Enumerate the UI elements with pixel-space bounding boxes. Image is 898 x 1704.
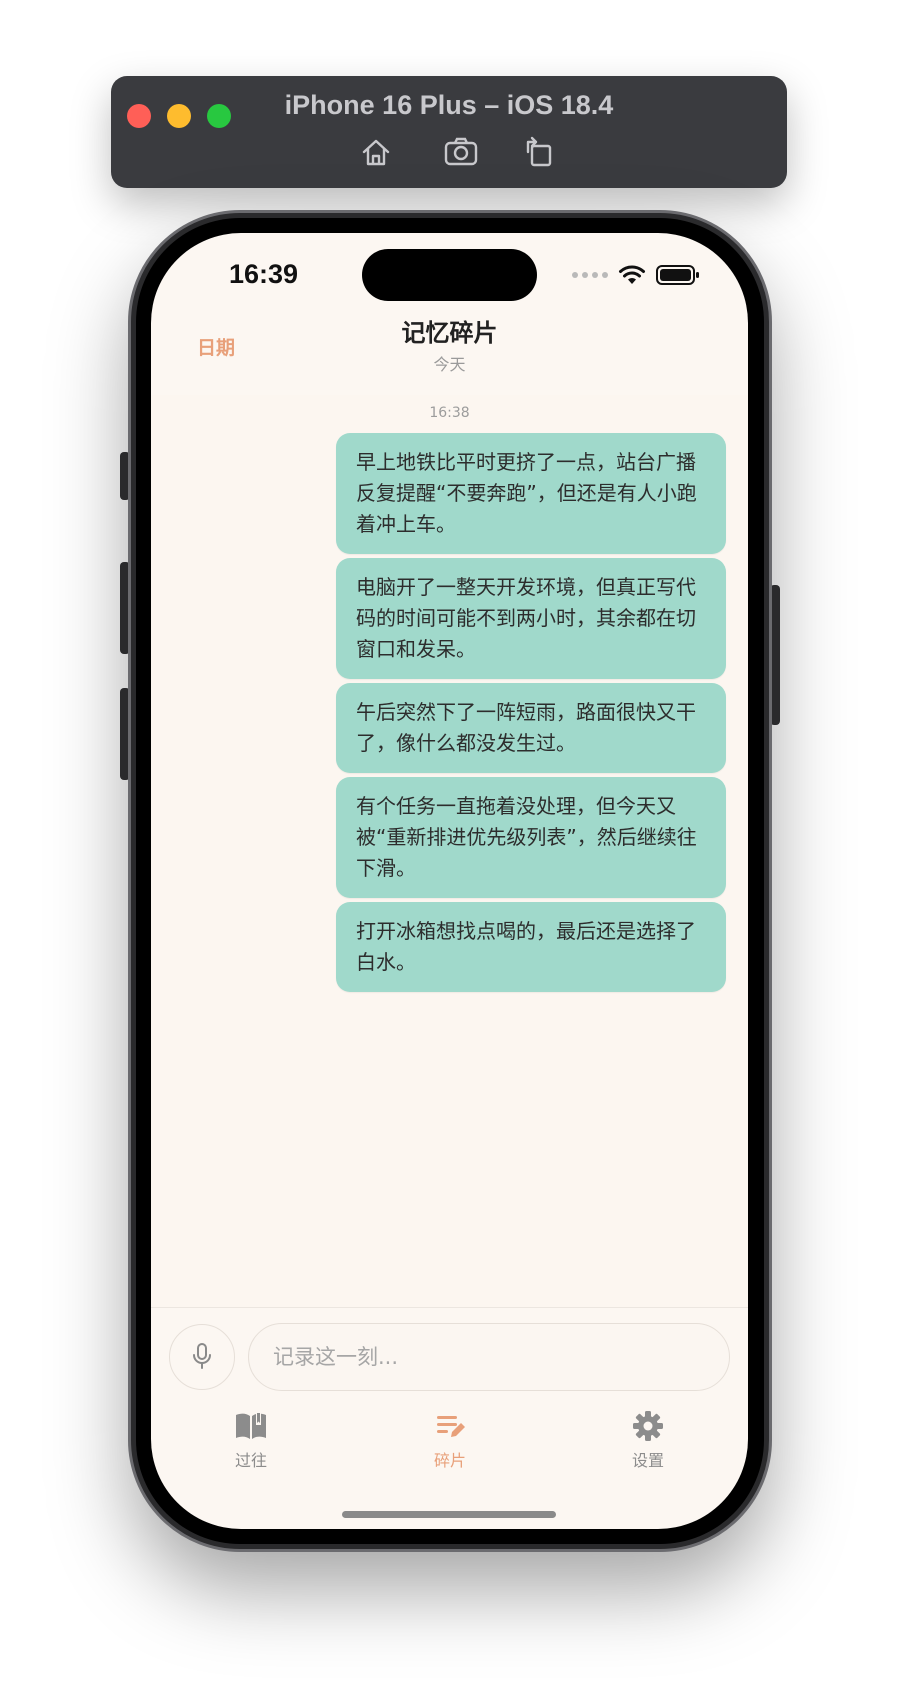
cellular-signal-icon: [572, 272, 608, 278]
status-time: 16:39: [229, 259, 299, 289]
gear-icon: [633, 1411, 663, 1441]
wifi-icon: [619, 265, 645, 284]
simulator-window-bar: iPhone 16 Plus – iOS 18.4: [111, 76, 787, 188]
dynamic-island: [362, 249, 537, 301]
microphone-icon: [193, 1343, 211, 1369]
composer-bar: [151, 1307, 748, 1395]
tab-label: 过往: [234, 1451, 267, 1470]
navigation-bar: 日期 记忆碎片 今天: [151, 309, 748, 395]
tab-bar: 过往 碎片 设置: [151, 1395, 748, 1485]
message-list[interactable]: 16:38 早上地铁比平时更挤了一点，站台广播反复提醒“不要奔跑”，但还是有人小…: [151, 395, 748, 1307]
home-indicator[interactable]: [342, 1511, 556, 1518]
tab-settings[interactable]: 设置: [598, 1409, 698, 1471]
message-bubble[interactable]: 打开冰箱想找点喝的，最后还是选择了白水。: [336, 902, 726, 992]
memo-input[interactable]: [248, 1323, 730, 1391]
tab-fragments[interactable]: 碎片: [400, 1409, 500, 1471]
voice-input-button[interactable]: [169, 1324, 235, 1390]
message-bubble[interactable]: 电脑开了一整天开发环境，但真正写代码的时间可能不到两小时，其余都在切窗口和发呆。: [336, 558, 726, 679]
screenshot-icon[interactable]: [441, 132, 481, 172]
status-indicators: [572, 261, 700, 289]
tab-label: 碎片: [433, 1451, 466, 1470]
rotate-icon[interactable]: [518, 132, 558, 172]
message-timestamp: 16:38: [429, 405, 470, 421]
battery-icon: [656, 265, 699, 285]
book-icon: [236, 1413, 266, 1439]
tab-label: 设置: [631, 1451, 664, 1470]
message-bubble[interactable]: 早上地铁比平时更挤了一点，站台广播反复提醒“不要奔跑”，但还是有人小跑着冲上车。: [336, 433, 726, 554]
message-bubble[interactable]: 有个任务一直拖着没处理，但今天又被“重新排进优先级列表”，然后继续往下滑。: [336, 777, 726, 898]
home-icon[interactable]: [356, 132, 396, 172]
page-title: 记忆碎片: [401, 319, 498, 347]
page-subtitle: 今天: [433, 355, 466, 374]
simulator-title: iPhone 16 Plus – iOS 18.4: [284, 90, 614, 120]
phone-screen: 16:39 日期 记忆碎片 今天 16:38 早上地铁比平时更挤了一点，站台广播…: [151, 233, 748, 1529]
edit-list-icon: [437, 1416, 465, 1437]
tab-past[interactable]: 过往: [201, 1409, 301, 1471]
message-bubble[interactable]: 午后突然下了一阵短雨，路面很快又干了，像什么都没发生过。: [336, 683, 726, 773]
